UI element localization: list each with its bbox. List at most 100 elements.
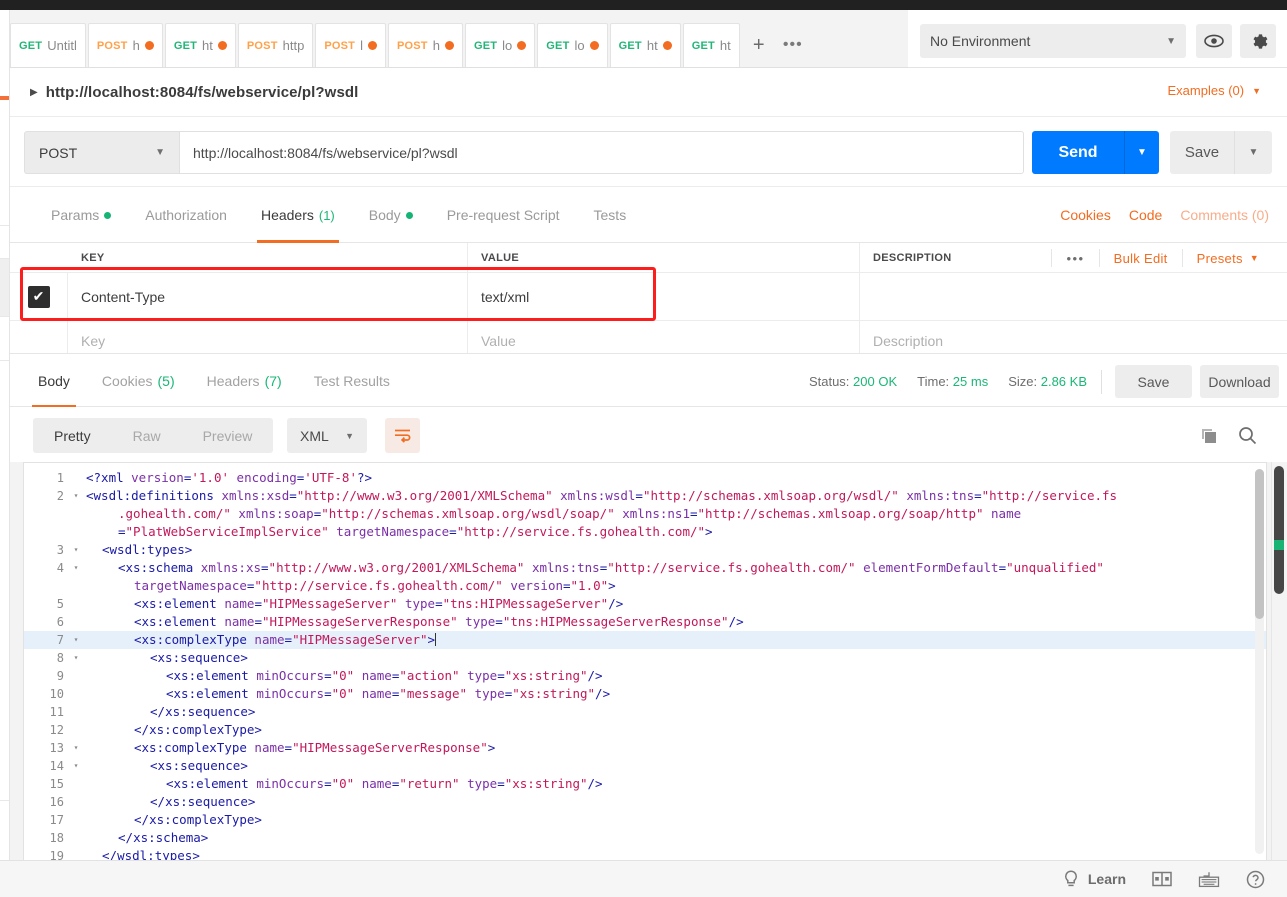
fold-toggle-icon[interactable]: ▾ — [70, 559, 82, 577]
code-text: <xs:element name="HIPMessageServerRespon… — [134, 614, 744, 629]
unsaved-dot-icon — [517, 41, 527, 50]
request-tab-7[interactable]: GET lo — [537, 23, 608, 67]
response-tab-cookies[interactable]: Cookies (5) — [86, 354, 191, 408]
response-tab-body[interactable]: Body — [22, 354, 86, 408]
time-badge: Time: 25 ms — [917, 373, 989, 389]
tab-name-label: ht — [202, 38, 213, 53]
save-button[interactable]: Save — [1170, 131, 1234, 174]
code-line: 8 ▾ <xs:sequence> — [24, 649, 1266, 667]
tab-body[interactable]: Body — [352, 187, 430, 243]
code-line: 10 <xs:element minOccurs="0" name="messag… — [24, 685, 1266, 703]
request-tab-1[interactable]: POST h — [87, 23, 163, 67]
send-options-button[interactable]: ▼ — [1124, 131, 1159, 174]
fold-toggle-icon[interactable]: ▾ — [70, 487, 82, 505]
line-number: 10 — [49, 687, 64, 701]
environment-selector[interactable]: No Environment ▼ — [920, 24, 1186, 58]
tab-method-label: POST — [96, 39, 128, 52]
header-key-input[interactable]: Content-Type — [68, 273, 468, 320]
code-link[interactable]: Code — [1129, 207, 1162, 223]
fold-toggle-icon[interactable]: ▾ — [70, 631, 82, 649]
tab-pre-request-script[interactable]: Pre-request Script — [430, 187, 577, 243]
code-text: <xs:element minOccurs="0" name="return" … — [166, 776, 603, 791]
response-tab-headers[interactable]: Headers (7) — [191, 354, 298, 408]
tab-method-label: GET — [473, 39, 498, 52]
request-tab-5[interactable]: POST h — [387, 23, 463, 67]
request-tab-2[interactable]: GET ht — [164, 23, 236, 67]
presets-dropdown[interactable]: Presets ▼ — [1181, 249, 1273, 267]
fold-toggle-icon[interactable]: ▾ — [70, 739, 82, 757]
response-save-button[interactable]: Save — [1115, 365, 1192, 398]
tab-headers[interactable]: Headers (1) — [244, 187, 352, 243]
response-section-bar: Body Cookies (5) Headers (7) Test Results Sta… — [10, 353, 1287, 408]
response-tab-list: Body Cookies (5) Headers (7) Test Results — [22, 354, 406, 408]
header-row-checkbox[interactable]: ✔ — [27, 285, 50, 308]
tab-tests[interactable]: Tests — [577, 187, 644, 243]
two-pane-icon[interactable] — [1152, 871, 1172, 887]
tab-label: Test Results — [313, 373, 390, 389]
environment-bar: No Environment ▼ — [908, 10, 1287, 68]
keyboard-icon[interactable] — [1198, 871, 1220, 888]
learn-button[interactable]: Learn — [1063, 869, 1126, 889]
request-tab-3[interactable]: POST http — [237, 23, 314, 67]
page-scrollbar-thumb[interactable] — [1274, 466, 1284, 594]
code-text: <xs:element minOccurs="0" name="action" … — [166, 668, 603, 683]
size-badge: Size: 2.86 KB — [1008, 373, 1087, 389]
response-download-button[interactable]: Download — [1200, 365, 1279, 398]
fold-toggle-icon[interactable]: ▾ — [70, 649, 82, 667]
expand-arrow-icon[interactable]: ▶ — [30, 87, 38, 98]
code-text: </wsdl:types> — [102, 848, 200, 860]
header-value-input[interactable]: text/xml — [468, 273, 860, 320]
tab-params[interactable]: Params — [34, 187, 128, 243]
format-selector[interactable]: XML ▼ — [287, 418, 367, 453]
header-description-input[interactable] — [860, 273, 1287, 320]
search-icon[interactable] — [1238, 426, 1257, 445]
request-tab-6[interactable]: GET lo — [464, 23, 536, 67]
url-input[interactable]: http://localhost:8084/fs/webservice/pl?w… — [179, 131, 1024, 174]
tab-label: Body — [38, 373, 70, 389]
code-text: targetNamespace="http://service.fs.gohea… — [134, 578, 616, 593]
request-tab-8[interactable]: GET ht — [609, 23, 681, 67]
new-tab-button[interactable]: + — [742, 23, 776, 67]
request-tab-9[interactable]: GET ht — [682, 23, 740, 67]
request-tab-4[interactable]: POST l — [315, 23, 386, 67]
gear-icon[interactable] — [1240, 24, 1276, 58]
tab-authorization[interactable]: Authorization — [128, 187, 244, 243]
line-number: 18 — [49, 831, 64, 845]
tab-more-icon[interactable]: ••• — [776, 23, 810, 67]
examples-dropdown[interactable]: Examples (0) ▼ — [1168, 83, 1262, 98]
help-icon[interactable] — [1246, 870, 1265, 889]
unsaved-dot-icon — [662, 41, 672, 50]
table-row[interactable]: ✔ Content-Type text/xml — [10, 273, 1287, 321]
view-mode-pretty[interactable]: Pretty — [33, 418, 112, 453]
code-line: 2 ▾ <wsdl:definitions xmlns:xsd="http://ww… — [24, 487, 1266, 505]
word-wrap-icon[interactable] — [385, 418, 420, 453]
fold-toggle-icon[interactable]: ▾ — [70, 757, 82, 775]
view-mode-preview[interactable]: Preview — [182, 418, 274, 453]
time-value: 25 ms — [952, 373, 989, 389]
viewer-icon-group — [1200, 418, 1257, 453]
chevron-down-icon: ▼ — [1249, 253, 1259, 263]
eye-icon[interactable] — [1196, 24, 1232, 58]
unsaved-dot-icon — [144, 41, 154, 50]
postman-window: GET Untitl POST h GET ht POST http POST l POST h GET… — [0, 0, 1287, 897]
comments--link[interactable]: Comments (0) — [1180, 207, 1269, 223]
cookies-link[interactable]: Cookies — [1060, 207, 1111, 223]
response-tab-test-results[interactable]: Test Results — [298, 354, 406, 408]
response-viewer-toolbar: Pretty Raw Preview XML ▼ — [10, 407, 1287, 462]
response-body-code[interactable]: 1 <?xml version='1.0' encoding='UTF-8'?> 2… — [23, 462, 1267, 860]
scrollbar-marker — [1274, 540, 1284, 550]
request-tab-0[interactable]: GET Untitl — [10, 23, 86, 67]
copy-icon[interactable] — [1200, 427, 1218, 445]
view-mode-raw[interactable]: Raw — [112, 418, 182, 453]
send-button[interactable]: Send — [1032, 131, 1124, 174]
tab-name-label: lo — [574, 38, 585, 53]
column-header-value: VALUE — [468, 243, 860, 272]
method-selector[interactable]: POST ▼ — [24, 131, 179, 174]
format-label: XML — [300, 427, 329, 444]
fold-toggle-icon[interactable]: ▾ — [70, 541, 82, 559]
save-options-button[interactable]: ▼ — [1234, 131, 1272, 174]
code-scrollbar-thumb[interactable] — [1255, 469, 1264, 619]
bulk-edit-button[interactable]: Bulk Edit — [1098, 249, 1182, 267]
line-number: 16 — [49, 795, 64, 809]
more-options-icon[interactable]: ••• — [1051, 249, 1098, 267]
